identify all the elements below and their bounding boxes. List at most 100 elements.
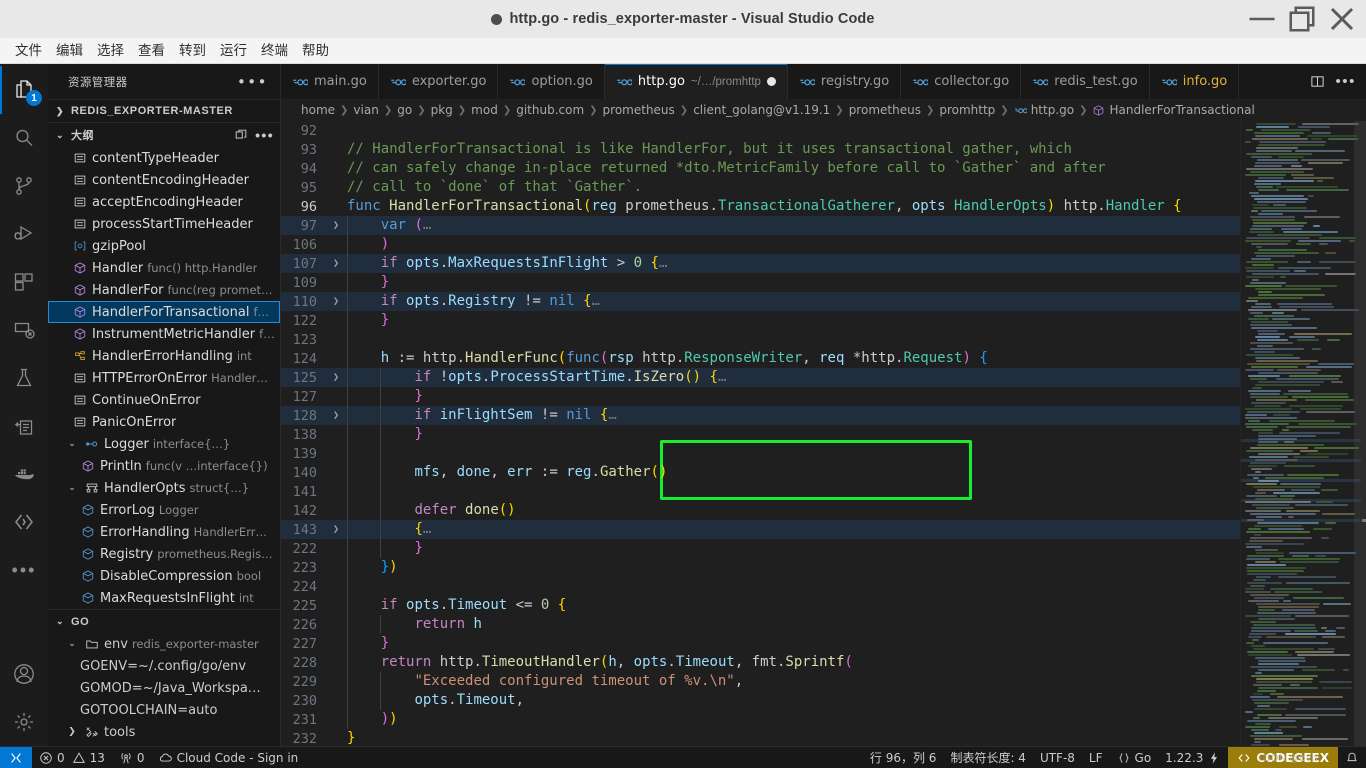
activity-manage-settings[interactable] [0,698,48,746]
close-button[interactable] [1322,0,1362,38]
activity-run-and-debug[interactable] [0,210,48,258]
activity-docker[interactable] [0,450,48,498]
sidebar-section-workspace[interactable]: ❯ REDIS_EXPORTER-MASTER [48,99,280,123]
breadcrumb-item[interactable]: github.com [516,103,584,117]
outline-item[interactable]: InstrumentMetricHandler f… [48,323,280,345]
code-line[interactable]: 226 return h [281,615,1240,634]
code-line[interactable]: 127 } [281,387,1240,406]
editor-tab[interactable]: http.go ~/…/promhttp [604,64,788,99]
editor-tab[interactable]: option.go [498,64,605,99]
editor-tab[interactable]: collector.go [901,64,1022,99]
activity-explorer[interactable]: 1 [0,66,48,114]
code-line[interactable]: 141 [281,482,1240,501]
code-line[interactable]: 225 if opts.Timeout <= 0 { [281,596,1240,615]
outline-item[interactable]: DisableCompression bool [48,565,280,587]
outline-item[interactable]: HTTPErrorOnError Handler… [48,367,280,389]
activity-source-control[interactable] [0,162,48,210]
outline-item[interactable]: gzipPool [48,235,280,257]
code-line[interactable]: 97 ❯ var (… [281,216,1240,235]
code-line[interactable]: 231 )) [281,710,1240,729]
editor-tab[interactable]: main.go [281,64,379,99]
go-env-item[interactable]: GOTOOLCHAIN=auto [48,699,280,721]
editor-more-actions-icon[interactable]: ••• [1335,74,1356,89]
code-line[interactable]: 232} [281,729,1240,746]
status-indentation[interactable]: 制表符长度: 4 [943,747,1033,768]
breadcrumb[interactable]: home ❯ vian ❯ go ❯ pkg ❯ mod ❯ github.com ❯ promethe… [281,99,1366,121]
chevron-down-icon[interactable]: ⌄ [64,439,80,449]
breadcrumb-item[interactable]: client_golang@v1.19.1 [693,103,830,117]
outline-item[interactable]: MaxRequestsInFlight int [48,587,280,609]
menu-edit[interactable]: 编辑 [49,40,90,62]
outline-item[interactable]: HandlerErrorHandling int [48,345,280,367]
code-line[interactable]: 139 [281,444,1240,463]
outline-item[interactable]: Handler func() http.Handler [48,257,280,279]
menu-terminal[interactable]: 终端 [254,40,295,62]
breadcrumb-item[interactable]: mod [471,103,498,117]
minimap-slider[interactable] [1354,121,1366,746]
code-line[interactable]: 95 // call to `done` of that `Gather`. [281,178,1240,197]
code-line[interactable]: 123 [281,330,1240,349]
fold-chevron-icon[interactable]: ❯ [329,372,343,383]
activity-search[interactable] [0,114,48,162]
code-line[interactable]: 140 mfs, done, err := reg.Gather() [281,463,1240,482]
code-line[interactable]: 138 } [281,425,1240,444]
minimize-button[interactable] [1242,0,1282,38]
code-line[interactable]: 122 } [281,311,1240,330]
breadcrumb-item[interactable]: prometheus [849,103,921,117]
breadcrumb-item[interactable]: promhttp [939,103,995,117]
code-line[interactable]: 107 ❯ if opts.MaxRequestsInFlight > 0 {… [281,254,1240,273]
status-ports[interactable]: 0 [112,747,152,768]
status-problems[interactable]: 0 13 [32,747,112,768]
activity-accounts[interactable] [0,650,48,698]
go-env-item[interactable]: ⌄ env redis_exporter-master [48,633,280,655]
activity-more-views[interactable]: ••• [0,546,48,594]
code-line[interactable]: 224 [281,577,1240,596]
code-line[interactable]: 228 return http.TimeoutHandler(h, opts.T… [281,653,1240,672]
code-line[interactable]: 223 }) [281,558,1240,577]
menu-selection[interactable]: 选择 [90,40,131,62]
chevron-down-icon[interactable]: ⌄ [64,483,80,493]
remote-indicator[interactable] [0,746,32,768]
breadcrumb-item[interactable]: home [301,103,335,117]
code-line[interactable]: 229 "Exceeded configured timeout of %v.\… [281,672,1240,691]
split-editor-icon[interactable] [1310,74,1325,89]
editor-tab[interactable]: registry.go [787,64,902,99]
menu-run[interactable]: 运行 [213,40,254,62]
status-encoding[interactable]: UTF-8 [1033,747,1082,768]
status-cloud-code[interactable]: Cloud Code - Sign in [152,747,306,768]
chevron-right-icon[interactable]: ❯ [64,727,80,737]
outline-tree[interactable]: contentTypeHeader contentEncodingHeader ac… [48,147,280,609]
editor-tab[interactable]: redis_test.go [1021,64,1150,99]
editor-tab[interactable]: exporter.go [378,64,499,99]
code-line[interactable]: 109 } [281,273,1240,292]
outline-item[interactable]: HandlerForTransactional f… [48,301,280,323]
menu-view[interactable]: 查看 [131,40,172,62]
code-line[interactable]: 96 func HandlerForTransactional(reg prome… [281,197,1240,216]
outline-item[interactable]: ContinueOnError [48,389,280,411]
sidebar-section-outline[interactable]: ⌄ 大纲 ••• [48,123,280,147]
status-eol[interactable]: LF [1082,747,1110,768]
status-go-version[interactable]: 1.22.3 [1158,747,1228,768]
activity-extensions[interactable] [0,258,48,306]
breadcrumb-item[interactable]: go [397,103,412,117]
activity-remote-explorer[interactable] [0,306,48,354]
status-codegeex[interactable]: CODEGEEX [1228,746,1338,768]
code-line[interactable]: 93 // HandlerForTransactional is like Han… [281,140,1240,159]
sidebar-more-actions-icon[interactable]: ••• [237,74,272,89]
code-line[interactable]: 230 opts.Timeout, [281,691,1240,710]
menu-go[interactable]: 转到 [172,40,213,62]
outline-item[interactable]: ⌄ HandlerOpts struct{…} [48,477,280,499]
outline-item[interactable]: contentTypeHeader [48,147,280,169]
outline-item[interactable]: Registry prometheus.Regis… [48,543,280,565]
fold-chevron-icon[interactable]: ❯ [329,220,343,231]
collapse-all-icon[interactable] [234,128,248,142]
breadcrumb-item[interactable]: http.go [1014,103,1074,117]
minimap[interactable] [1240,121,1366,746]
outline-item[interactable]: PanicOnError [48,411,280,433]
outline-more-actions-icon[interactable]: ••• [255,128,274,142]
outline-item[interactable]: HandlerFor func(reg promet… [48,279,280,301]
outline-item[interactable]: Println func(v …interface{}) [48,455,280,477]
status-language-mode[interactable]: Go [1110,747,1159,768]
go-env-item[interactable]: ❯ tools [48,721,280,743]
code-line[interactable]: 227 } [281,634,1240,653]
